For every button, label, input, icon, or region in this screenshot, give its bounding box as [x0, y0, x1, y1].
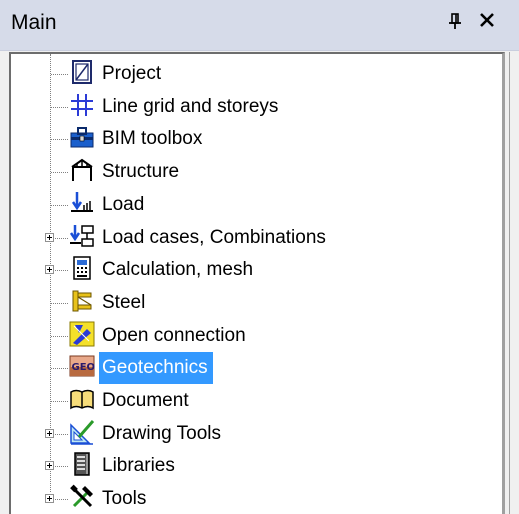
tree-item-open-connection[interactable]: Open connection: [11, 320, 501, 352]
tree-item-label: BIM toolbox: [102, 128, 203, 150]
tree-connector: [51, 204, 68, 206]
svg-text:GEO: GEO: [72, 362, 96, 373]
tree-connector: [51, 106, 68, 108]
expand-icon[interactable]: [45, 428, 54, 438]
connection-icon: [69, 321, 97, 349]
tree-item-load[interactable]: Load: [11, 189, 501, 221]
drawing-tools-icon: [69, 419, 97, 447]
main-panel: Main Project Line grid and storeys BIM too…: [0, 0, 519, 514]
geotechnics-icon: GEO: [69, 353, 97, 381]
tree-connector: [51, 139, 68, 141]
tree-connector: [51, 74, 68, 75]
tree-item-label: Load cases, Combinations: [102, 226, 326, 248]
grid-icon: [69, 92, 97, 120]
expand-icon[interactable]: [45, 265, 54, 275]
main-tree: Project Line grid and storeys BIM toolbox S…: [9, 52, 505, 514]
tree-connector: [51, 401, 68, 402]
expand-icon[interactable]: [45, 461, 54, 471]
structure-icon: [69, 157, 97, 185]
tree-item-label: Document: [102, 390, 189, 411]
expand-icon[interactable]: [45, 232, 54, 242]
tree-item-bim-toolbox[interactable]: BIM toolbox: [11, 123, 501, 155]
panel-title: Main: [11, 11, 57, 34]
tree-item-libraries[interactable]: Libraries: [11, 450, 501, 482]
tree-connector: [51, 368, 68, 370]
tree-item-label: Open connection: [102, 324, 246, 346]
tree-item-calculation-mesh[interactable]: Calculation, mesh: [11, 254, 501, 286]
panel-edge: [509, 52, 519, 514]
tree-item-tools[interactable]: Tools: [11, 483, 501, 514]
document-icon: [69, 386, 97, 414]
tree-item-label: Libraries: [102, 455, 175, 477]
tree-item-label: Tools: [102, 488, 147, 510]
calculator-icon: [69, 255, 97, 283]
tree-item-structure[interactable]: Structure: [11, 156, 501, 188]
tree-item-geotechnics[interactable]: GEO Geotechnics: [11, 352, 501, 385]
tree-item-label: Project: [102, 63, 162, 84]
tree-item-load-cases-combinations[interactable]: Load cases, Combinations: [11, 222, 501, 254]
tree-item-label: Line grid and storeys: [102, 95, 279, 117]
tools-icon: [69, 484, 97, 512]
tree-item-label: Structure: [102, 161, 180, 183]
project-icon: [69, 59, 97, 87]
tree-item-project[interactable]: Project: [11, 58, 501, 90]
tree-connector: [51, 302, 68, 304]
pin-icon[interactable]: [448, 12, 468, 36]
close-icon[interactable]: [478, 8, 502, 36]
tree-item-steel[interactable]: Steel: [11, 287, 501, 319]
tree-item-label: Calculation, mesh: [102, 259, 254, 281]
tree-item-line-grid-and-storeys[interactable]: Line grid and storeys: [11, 91, 501, 123]
tree-item-label: Steel: [102, 291, 146, 313]
expand-icon[interactable]: [45, 494, 54, 504]
tree-connector: [51, 172, 68, 174]
toolbox-icon: [69, 124, 97, 152]
steel-icon: [69, 288, 97, 316]
tree-item-document[interactable]: Document: [11, 385, 501, 417]
load-icon: [69, 190, 97, 218]
tree-item-label: Load: [102, 193, 145, 215]
libraries-icon: [69, 451, 97, 479]
tree-item-label: Drawing Tools: [102, 422, 221, 444]
load-cases-icon: [69, 223, 97, 251]
tree-connector: [51, 335, 68, 337]
panel-header: Main: [0, 0, 519, 51]
tree-item-drawing-tools[interactable]: Drawing Tools: [11, 418, 501, 450]
tree-item-label: Geotechnics: [102, 357, 208, 379]
